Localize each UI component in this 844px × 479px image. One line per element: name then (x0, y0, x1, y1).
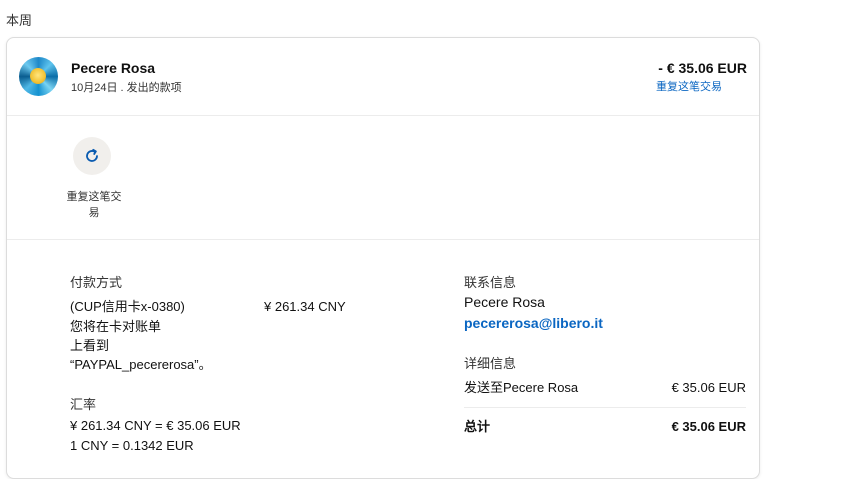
exchange-rate-line: 1 CNY = 0.1342 EUR (70, 438, 194, 453)
payment-method-line: (CUP信用卡x-0380) (70, 299, 185, 314)
merchant-name: Pecere Rosa (71, 60, 156, 76)
contact-email-link[interactable]: pecererosa@libero.it (464, 315, 603, 331)
section-label: 本周 (6, 13, 33, 28)
details-divider (464, 407, 746, 408)
sent-to-label: 发送至Pecere Rosa (464, 380, 579, 395)
repeat-transaction-label[interactable]: 重复这笔交易 (63, 189, 125, 221)
exchange-rate-line: ¥ 261.34 CNY = € 35.06 EUR (70, 418, 241, 433)
transaction-card: Pecere Rosa 10月24日 . 发出的款项 - € 35.06 EUR… (6, 37, 760, 479)
refresh-icon (86, 148, 98, 162)
payment-method-title: 付款方式 (70, 275, 123, 290)
contact-info-title: 联系信息 (464, 275, 517, 290)
total-label: 总计 (464, 419, 491, 434)
divider (7, 115, 759, 116)
avatar (19, 57, 58, 96)
payment-method-line: “PAYPAL_pecererosa”。 (70, 357, 212, 372)
avatar-face-icon (30, 68, 46, 84)
payment-method-line: 上看到 (70, 338, 110, 353)
transaction-date: 10月24日 . 发出的款项 (71, 82, 182, 94)
payment-method-line: 您将在卡对账单 (70, 319, 162, 334)
repeat-transaction-link[interactable]: 重复这笔交易 (656, 78, 722, 94)
sent-to-amount: € 35.06 EUR (671, 380, 746, 395)
payment-amount: ¥ 261.34 CNY (264, 299, 346, 314)
divider (7, 239, 759, 240)
details-title: 详细信息 (464, 356, 517, 371)
repeat-transaction-button[interactable] (73, 137, 111, 175)
total-amount: € 35.06 EUR (671, 419, 746, 434)
contact-name: Pecere Rosa (464, 294, 545, 310)
transaction-amount: - € 35.06 EUR (658, 60, 747, 76)
exchange-rate-title: 汇率 (70, 397, 97, 412)
